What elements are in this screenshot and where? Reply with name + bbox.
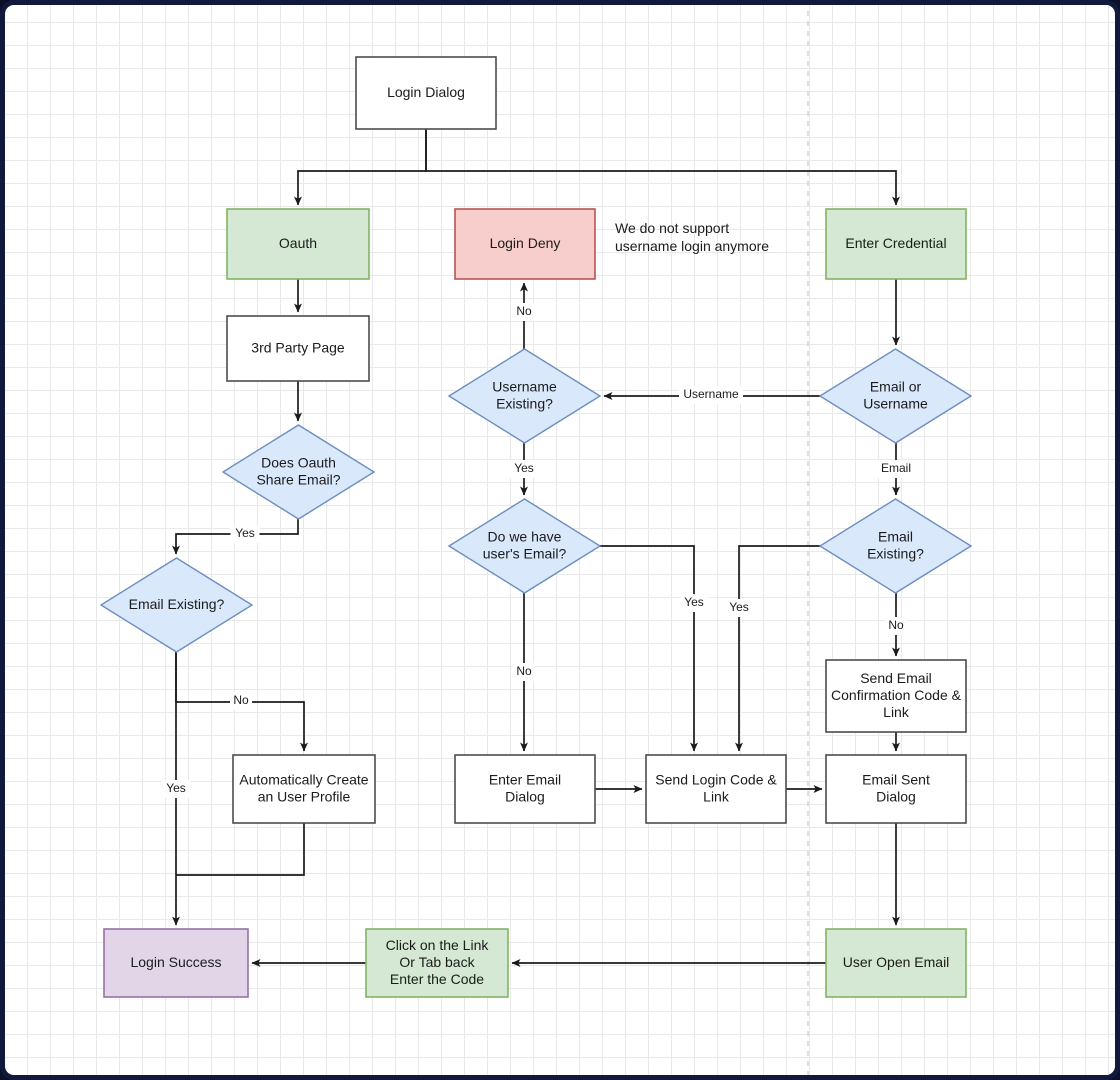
node-oauth_share[interactable]: Does Oauth Share Email? <box>221 424 376 520</box>
node-have_email[interactable]: Do we have user's Email? <box>447 498 602 594</box>
edge-label-e_emailexistr_login: Yes <box>729 600 749 614</box>
node-oauth[interactable]: Oauth <box>226 208 370 280</box>
node-label-login_deny: Login Deny <box>490 235 561 251</box>
node-label-have_email: Do we have user's Email? <box>483 528 567 561</box>
edge-label-e_uname_deny: No <box>516 304 532 318</box>
node-label-oauth: Oauth <box>279 235 317 251</box>
flowchart-diagram[interactable]: Yes No Yes Username Email No Yes Yes No No Yes Log… <box>5 5 1120 1080</box>
edge-label-e_uname_haveemail: Yes <box>514 461 534 475</box>
node-label-auto_create: Automatically Create an User Profile <box>239 771 368 804</box>
edge-label-e_emailoruname_uname: Username <box>683 387 739 401</box>
edge-label-e_emailexistl_auto: No <box>233 693 249 707</box>
node-email_or_uname[interactable]: Email or Username <box>818 348 973 444</box>
node-email_exist_r[interactable]: Email Existing? <box>818 498 973 594</box>
node-label-login_dialog: Login Dialog <box>387 84 465 100</box>
edge-login_dialog-to-enter_cred <box>425 129 900 206</box>
node-send_login[interactable]: Send Login Code & Link <box>645 754 787 824</box>
edge-label-e_haveemail_enteremail: No <box>516 664 532 678</box>
edge-have_email-to-send_login <box>600 545 698 752</box>
node-auto_create[interactable]: Automatically Create an User Profile <box>232 754 376 824</box>
node-label-email_exist_l: Email Existing? <box>129 596 225 612</box>
node-third_party[interactable]: 3rd Party Page <box>226 315 370 382</box>
node-email_sent[interactable]: Email Sent Dialog <box>825 754 967 824</box>
node-login_success[interactable]: Login Success <box>103 928 249 998</box>
edge-label-e_haveemail_login: Yes <box>684 595 704 609</box>
node-enter_cred[interactable]: Enter Credential <box>825 208 967 280</box>
node-login_dialog[interactable]: Login Dialog <box>355 56 497 130</box>
annotations-layer: We do not support username login anymore <box>615 220 769 254</box>
edge-email_exist_r-to-send_login <box>735 545 820 752</box>
node-click_link[interactable]: Click on the Link Or Tab back Enter the Co… <box>365 928 509 998</box>
node-send_conf[interactable]: Send Email Confirmation Code & Link <box>825 659 967 733</box>
edge-auto_create-to-login_success <box>176 823 305 876</box>
annotation-note_username: We do not support username login anymore <box>615 220 769 254</box>
node-label-user_open: User Open Email <box>843 954 950 970</box>
node-label-login_success: Login Success <box>130 954 221 970</box>
edge-label-e_emailexistl_success: Yes <box>166 781 186 795</box>
node-label-enter_cred: Enter Credential <box>845 235 946 251</box>
node-label-click_link: Click on the Link Or Tab back Enter the Co… <box>386 937 490 987</box>
node-enter_email[interactable]: Enter Email Dialog <box>454 754 596 824</box>
node-label-uname_exist: Username Existing? <box>492 378 557 411</box>
edge-label-e_emailexistr_send: No <box>888 618 904 632</box>
node-email_exist_l[interactable]: Email Existing? <box>99 557 254 653</box>
edge-label-e_share_emailexist: Yes <box>235 526 255 540</box>
node-uname_exist[interactable]: Username Existing? <box>447 348 602 444</box>
edge-login_dialog-to-oauth <box>294 129 427 206</box>
node-label-email_or_uname: Email or Username <box>863 378 928 411</box>
node-label-oauth_share: Does Oauth Share Email? <box>256 454 340 487</box>
node-user_open[interactable]: User Open Email <box>825 928 967 998</box>
node-login_deny[interactable]: Login Deny <box>454 208 596 280</box>
node-label-third_party: 3rd Party Page <box>251 339 345 355</box>
diagram-canvas[interactable]: Yes No Yes Username Email No Yes Yes No No Yes Log… <box>0 0 1120 1080</box>
edge-label-e_emailoruname_exist: Email <box>881 461 911 475</box>
